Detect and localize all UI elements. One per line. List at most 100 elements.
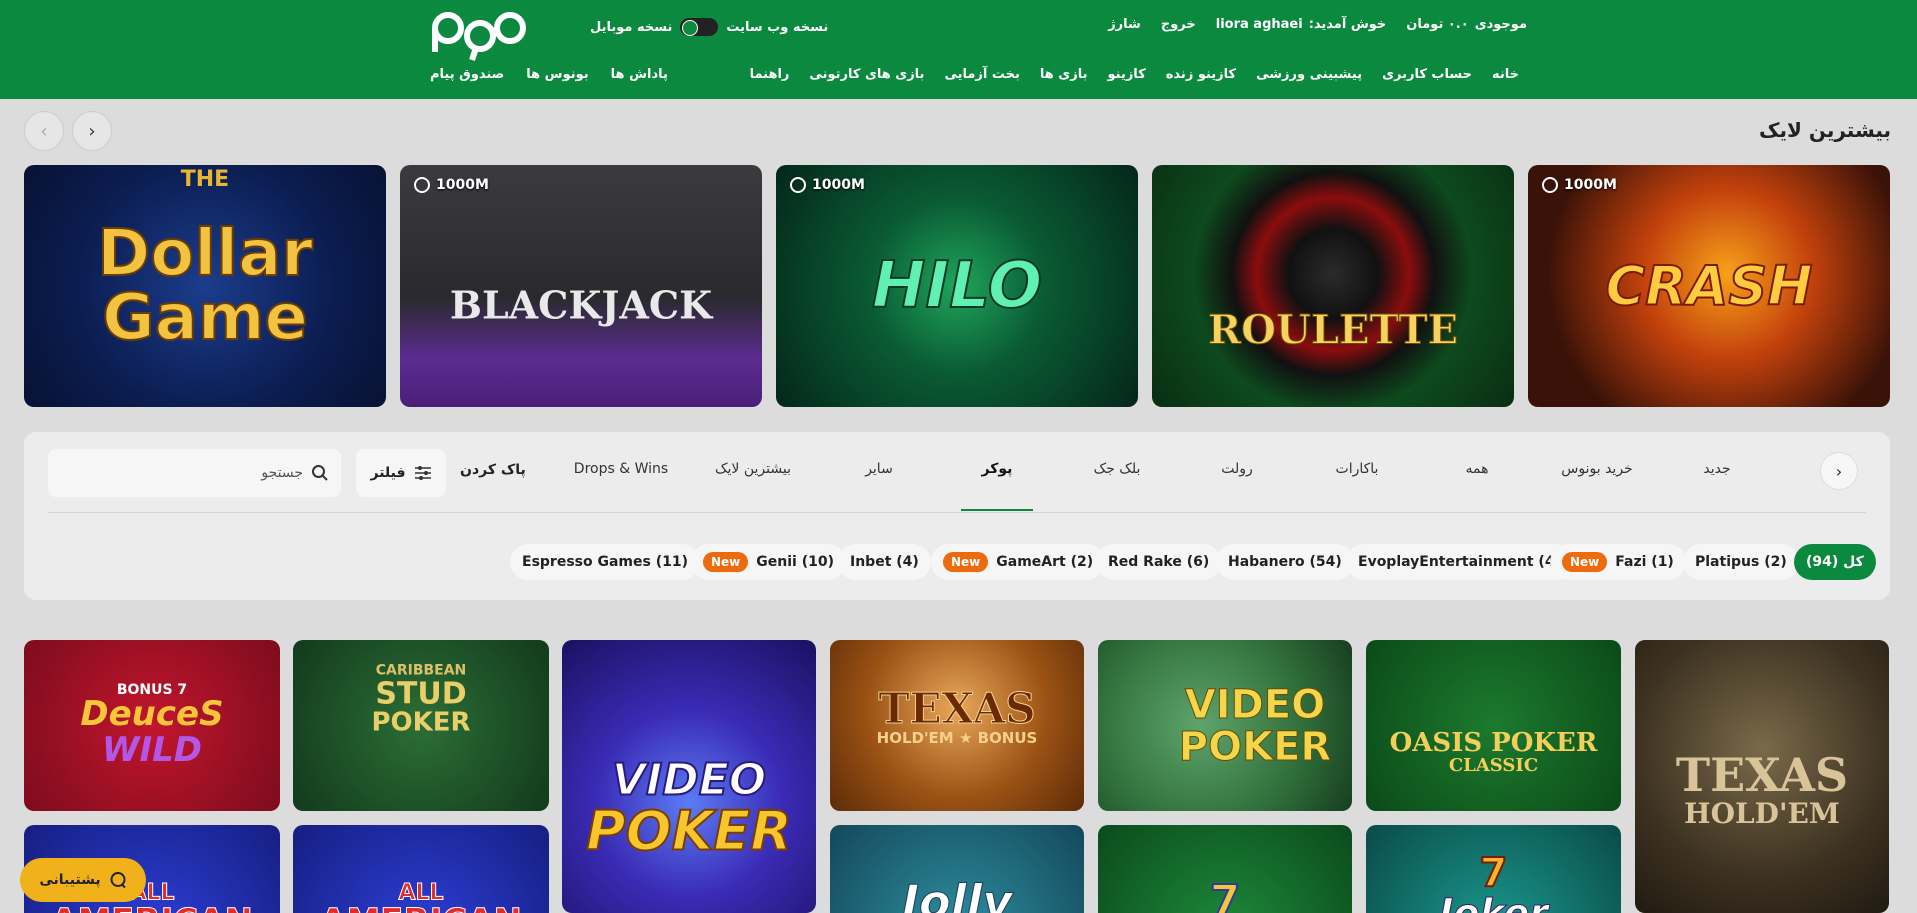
provider-genii[interactable]: New Genii (10) (691, 544, 846, 580)
site-header: نسخه وب سایت نسخه موبایل موجودی ۰.۰ توما… (0, 0, 1917, 99)
site-logo[interactable] (432, 6, 526, 62)
nav-bonuses[interactable]: بونوس ها (526, 67, 588, 82)
game-tile[interactable]: ALL AMERICAN (293, 825, 549, 913)
nav-lottery[interactable]: بخت آزمایی (944, 67, 1019, 82)
tab-most-liked[interactable]: بیشترین لایک (715, 461, 791, 477)
tab-all[interactable]: همه (1466, 461, 1489, 477)
game-title: ALL AMERICAN (320, 880, 523, 913)
game-tile[interactable]: TEXAS HOLD'EM ★ BONUS (830, 640, 1084, 811)
balance-value: ۰.۰ تومان (1406, 17, 1469, 32)
nav-account[interactable]: حساب کاربری (1382, 67, 1472, 82)
banner-title: ROULETTE (1207, 306, 1459, 354)
nav-inbox[interactable]: صندوق پیام (430, 67, 504, 82)
banner-roulette[interactable]: ROULETTE (1152, 165, 1514, 407)
charge-link[interactable]: شارژ (1108, 17, 1141, 32)
game-title: 7 Joker (1439, 850, 1549, 913)
game-tile[interactable]: BONUS 7 DeuceS WILD (24, 640, 280, 811)
logout-link[interactable]: خروج (1161, 17, 1196, 32)
provider-gameart[interactable]: New GameArt (2) (931, 544, 1106, 580)
tabs-scroll-button[interactable]: › (1820, 452, 1858, 490)
provider-habanero[interactable]: Habanero (54) (1216, 544, 1354, 580)
new-badge: New (703, 552, 749, 572)
banner-subtitle: THE (180, 167, 230, 192)
mobile-version-label: نسخه موبایل (590, 19, 673, 35)
welcome-label: خوش آمدید: (1308, 17, 1387, 32)
most-liked-title: بیشترین لایک (1759, 118, 1891, 142)
game-title: VIDEO POKER (585, 754, 793, 863)
welcome: خوش آمدید: liora aghaei (1216, 17, 1387, 32)
game-tile[interactable]: Jolly (830, 825, 1084, 913)
tab-drops-wins[interactable]: Drops & Wins (574, 461, 668, 477)
category-tabs: Drops & Wins بیشترین لایک سایر پوکر بلک … (24, 432, 1890, 512)
filter-panel: جستجو فیلتر پاک کردن Drops & Wins بیشتری… (24, 432, 1890, 600)
nav-home[interactable]: خانه (1492, 67, 1519, 82)
chevron-right-icon: › (1835, 461, 1843, 481)
tab-roulette[interactable]: رولت (1221, 461, 1253, 477)
game-title: 7 (1209, 875, 1242, 913)
nav-live-casino[interactable]: کازینو زنده (1166, 67, 1236, 82)
views-icon (1542, 177, 1558, 193)
nav-sports-betting[interactable]: پیشبینی ورزشی (1256, 67, 1362, 82)
tab-baccarat[interactable]: باکارات (1336, 461, 1379, 477)
chevron-right-icon: › (88, 120, 96, 142)
game-tile[interactable]: 7 (1098, 825, 1352, 913)
provider-evoplay[interactable]: EvoplayEntertainment (4) (1346, 544, 1573, 580)
tab-bonus-buy[interactable]: خرید بونوس (1561, 461, 1632, 477)
tab-poker[interactable]: پوکر (982, 461, 1013, 477)
active-tab-indicator (961, 509, 1033, 511)
account-bar: موجودی ۰.۰ تومان خوش آمدید: liora aghaei… (1108, 17, 1527, 32)
banner-dollar-game[interactable]: THE Dollar Game (24, 165, 386, 407)
game-title: TEXAS HOLD'EM ★ BONUS (876, 684, 1038, 748)
support-button[interactable]: پشتیبانی (20, 858, 146, 902)
web-version-label: نسخه وب سایت (726, 19, 829, 35)
nav-help[interactable]: راهنما (750, 67, 790, 82)
chevron-left-icon: ‹ (40, 120, 48, 142)
game-tile[interactable]: OASIS POKER CLASSIC (1366, 640, 1621, 811)
nav-rewards[interactable]: پاداش ها (611, 67, 668, 82)
balance-label: موجودی (1474, 17, 1527, 32)
version-toggle[interactable]: نسخه وب سایت نسخه موبایل (590, 16, 828, 38)
provider-fazi[interactable]: New Fazi (1) (1550, 544, 1686, 580)
game-title: VIDEO POKER (1178, 681, 1332, 770)
game-tile[interactable]: VIDEO POKER (562, 640, 816, 913)
provider-inbet[interactable]: Inbet (4) (838, 544, 931, 580)
banner-crash[interactable]: 1000M CRASH (1528, 165, 1890, 407)
game-tile[interactable]: 7 Joker (1366, 825, 1621, 913)
new-badge: New (943, 552, 989, 572)
banner-title: HILO (871, 248, 1043, 324)
username: liora aghaei (1215, 17, 1303, 32)
views-icon (414, 177, 430, 193)
banner-blackjack[interactable]: 1000M BLACKJACK (400, 165, 762, 407)
provider-all[interactable]: کل (94) (1794, 544, 1876, 580)
tab-blackjack[interactable]: بلک جک (1094, 461, 1141, 477)
game-title: Jolly (901, 874, 1013, 913)
banner-title: Dollar Game (96, 217, 314, 355)
banner-badge: 1000M (790, 177, 865, 193)
banner-title: BLACKJACK (449, 282, 713, 328)
nav-games[interactable]: بازی ها (1040, 67, 1088, 82)
support-label: پشتیبانی (39, 872, 101, 888)
secondary-nav: پاداش ها بونوس ها صندوق پیام (430, 67, 668, 82)
tab-new[interactable]: جدید (1703, 461, 1730, 477)
provider-platipus[interactable]: Platipus (2) (1683, 544, 1799, 580)
carousel-next-button[interactable]: › (72, 111, 112, 151)
game-tile[interactable]: TEXAS HOLD'EM (1635, 640, 1889, 913)
game-title: CARIBBEAN STUD POKER (371, 662, 471, 738)
provider-espresso-games[interactable]: Espresso Games (11) (510, 544, 700, 580)
tab-other[interactable]: سایر (865, 461, 893, 477)
views-icon (790, 177, 806, 193)
game-title: OASIS POKER CLASSIC (1389, 727, 1598, 777)
game-tile[interactable]: VIDEO POKER (1098, 640, 1352, 811)
banner-badge: 1000M (1542, 177, 1617, 193)
nav-cartoon-games[interactable]: بازی های کارتونی (809, 67, 924, 82)
nav-casino[interactable]: کازینو (1107, 67, 1145, 82)
main-nav: خانه حساب کاربری پیشبینی ورزشی کازینو زن… (750, 67, 1519, 82)
game-tile[interactable]: CARIBBEAN STUD POKER (293, 640, 549, 811)
provider-red-rake[interactable]: Red Rake (6) (1096, 544, 1222, 580)
banner-title: CRASH (1604, 254, 1813, 319)
version-switch[interactable] (680, 18, 719, 36)
carousel-prev-button[interactable]: ‹ (24, 111, 64, 151)
new-badge: New (1562, 552, 1608, 572)
game-title: TEXAS HOLD'EM (1675, 748, 1849, 831)
banner-hilo[interactable]: 1000M HILO (776, 165, 1138, 407)
